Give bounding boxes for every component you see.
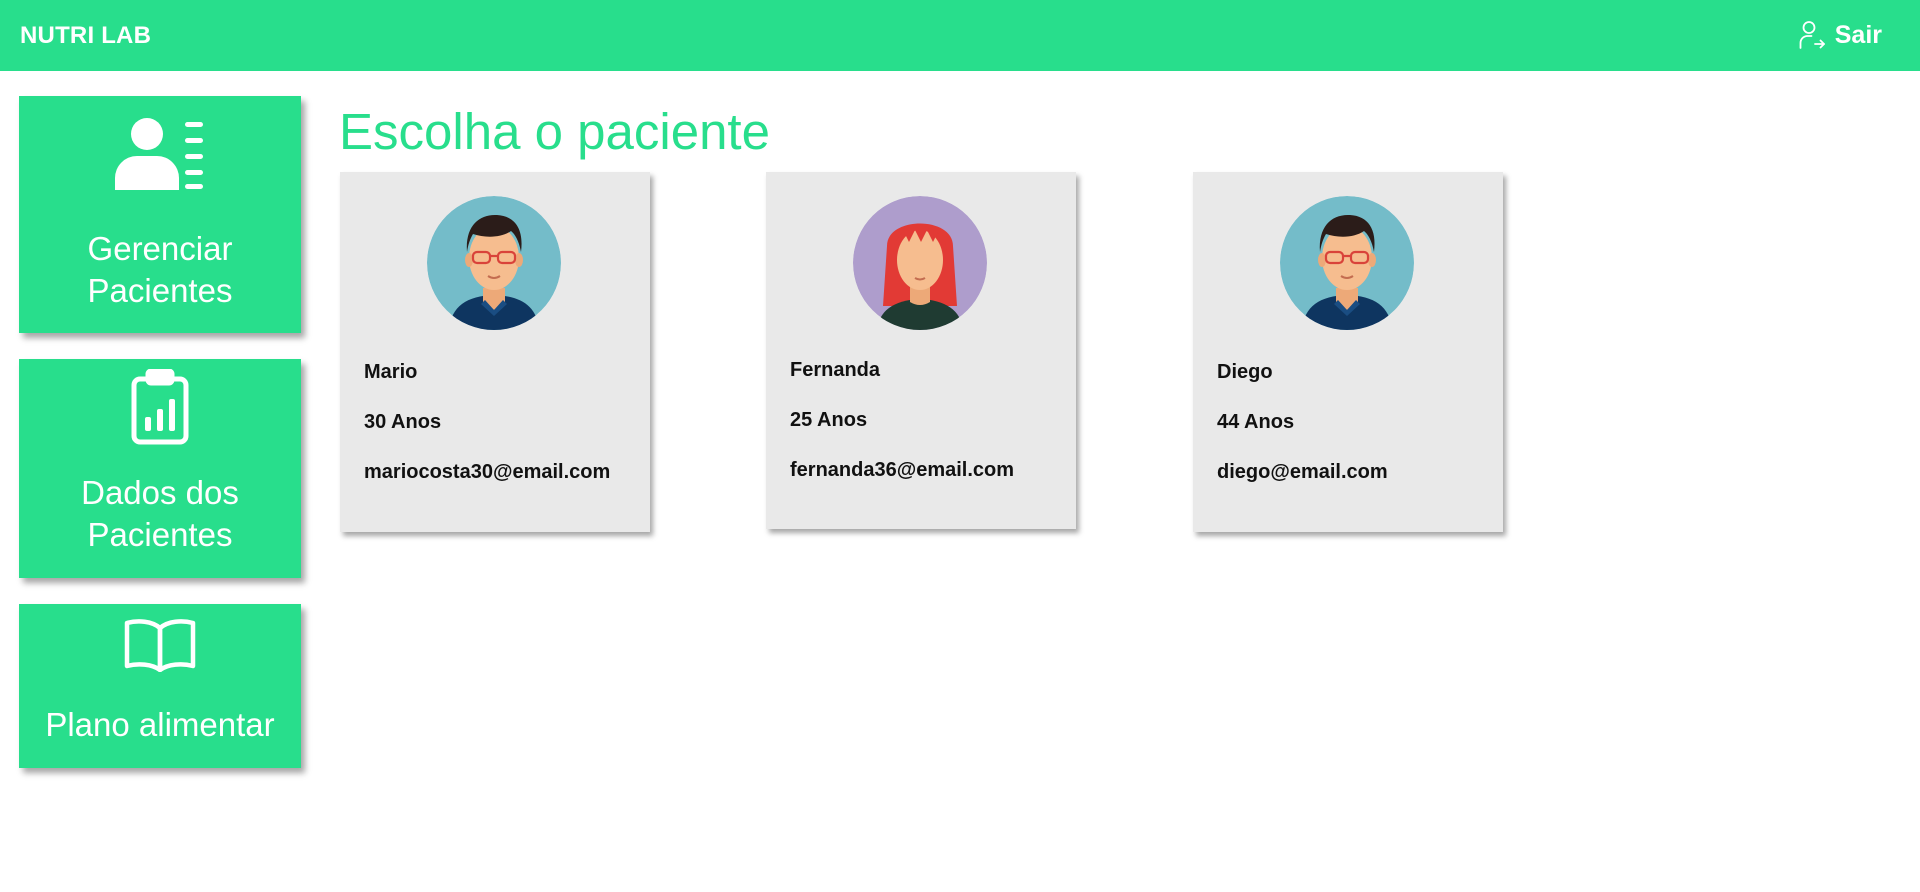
- brand-logo-text[interactable]: NUTRI LAB: [20, 22, 151, 50]
- sidebar-item-manage-patients[interactable]: Gerenciar Pacientes: [19, 96, 301, 333]
- open-book-icon: [19, 618, 301, 672]
- patient-age: 44 Anos: [1217, 411, 1295, 433]
- sidebar-item-meal-plan[interactable]: Plano alimentar: [19, 604, 301, 768]
- patient-card[interactable]: Fernanda 25 Anos fernanda36@email.com: [766, 172, 1076, 529]
- sidebar-item-label: Plano alimentar: [45, 706, 275, 743]
- sidebar-item-patient-data[interactable]: Dados dos Pacientes: [19, 359, 301, 578]
- female-avatar-icon: [853, 196, 987, 330]
- patient-age: 30 Anos: [364, 411, 442, 433]
- patient-email: mariocosta30@email.com: [364, 461, 611, 483]
- patient-email: fernanda36@email.com: [790, 459, 1015, 481]
- patient-card[interactable]: Diego 44 Anos diego@email.com: [1193, 172, 1503, 532]
- logout-button[interactable]: Sair: [1799, 20, 1882, 50]
- sidebar-item-label: Gerenciar Pacientes: [87, 230, 233, 309]
- patient-name: Fernanda: [790, 359, 881, 381]
- top-navbar: NUTRI LAB Sair: [0, 0, 1920, 71]
- clipboard-chart-icon: [19, 369, 301, 445]
- patient-email: diego@email.com: [1217, 461, 1388, 483]
- page-title: Escolha o paciente: [339, 103, 770, 160]
- user-logout-icon: [1799, 21, 1825, 49]
- sidebar-item-label: Dados dos Pacientes: [81, 474, 239, 553]
- patient-name: Mario: [364, 361, 418, 383]
- logout-label: Sair: [1834, 20, 1882, 49]
- male-avatar-icon: [427, 196, 561, 330]
- patient-age: 25 Anos: [790, 409, 868, 431]
- patient-name: Diego: [1217, 361, 1273, 383]
- patient-card[interactable]: Mario 30 Anos mariocosta30@email.com: [340, 172, 650, 532]
- user-list-icon: [19, 116, 301, 190]
- male-avatar-icon: [1280, 196, 1414, 330]
